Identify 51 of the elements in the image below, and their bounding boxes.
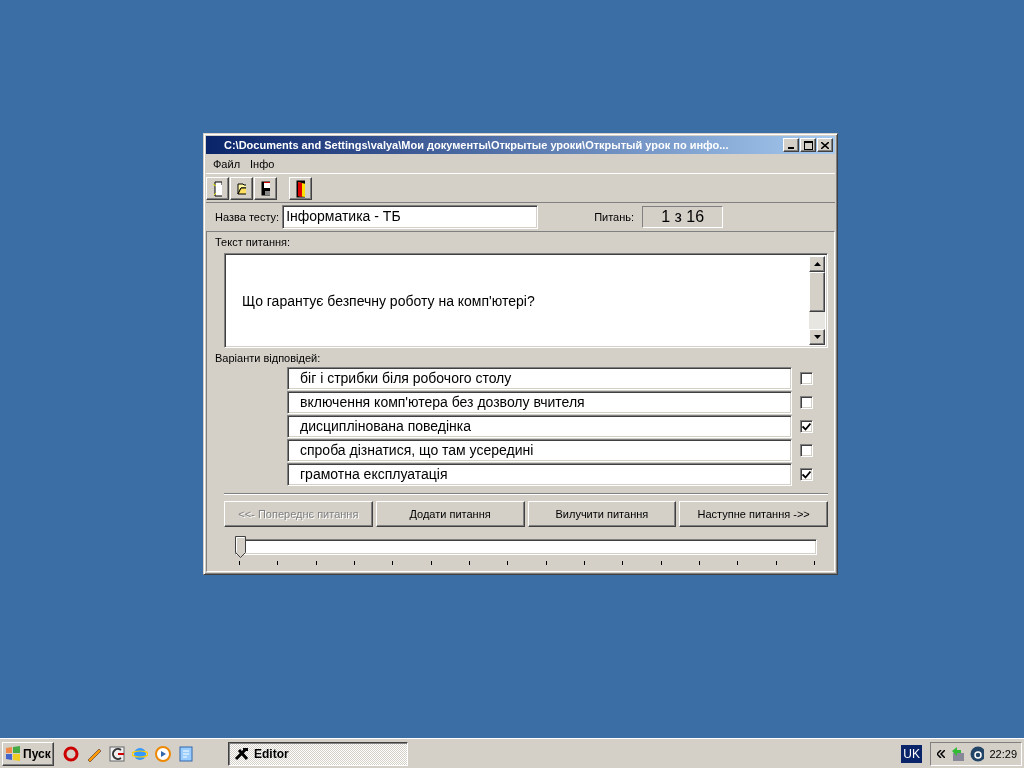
door-button[interactable] — [289, 177, 312, 200]
menu-item[interactable]: Інфо — [245, 157, 280, 170]
globe-icon[interactable] — [969, 745, 985, 762]
checkbox[interactable] — [800, 372, 813, 385]
menu-item[interactable]: Файл — [208, 157, 246, 170]
window-title: C:\Documents and Settings\valya\Мои документы\Открытые уроки\Открытый урок по инфо... — [223, 139, 730, 151]
field-label: Назва тесту: — [215, 211, 280, 223]
windows-flag-icon — [5, 746, 21, 761]
checkbox[interactable] — [800, 468, 813, 481]
double-chevron-icon[interactable] — [937, 749, 946, 758]
start-button[interactable]: Пуск — [2, 741, 54, 766]
minimize-button[interactable] — [783, 138, 799, 152]
nav-button[interactable]: Наступне питання ->> — [679, 501, 828, 527]
field-label: Варіанти відповідей: — [215, 352, 322, 364]
nav-button[interactable]: Додати питання — [375, 501, 525, 527]
taskbar-button[interactable]: Editor — [228, 741, 408, 766]
new-document-icon — [213, 180, 222, 197]
open-folder-button[interactable] — [230, 177, 253, 200]
maximize-icon — [803, 140, 813, 150]
answer-field[interactable]: дисциплінована поведінка — [287, 415, 792, 438]
ring-icon[interactable] — [63, 745, 79, 762]
nav-button[interactable]: Вилучити питання — [527, 501, 677, 527]
up-arrow-icon — [813, 262, 821, 266]
clock: 22:29 — [989, 747, 1017, 760]
answer-field[interactable]: спроба дізнатися, що там усередині — [287, 439, 792, 462]
field-label: Питань: — [594, 211, 635, 223]
maximize-button[interactable] — [800, 138, 816, 152]
test-name-field[interactable]: Інформатика - ТБ — [282, 205, 539, 229]
answer-field[interactable]: біг і стрибки біля робочого столу — [287, 367, 792, 390]
close-icon — [821, 141, 829, 149]
tools-icon — [234, 746, 250, 761]
close-button[interactable] — [817, 138, 833, 152]
scrollbar[interactable] — [809, 256, 825, 345]
down-arrow-icon — [813, 335, 821, 339]
open-folder-icon — [237, 182, 246, 195]
answer-field[interactable]: включення комп'ютера без дозволу вчителя — [287, 391, 792, 414]
field-label: Текст питання: — [215, 236, 292, 248]
language-indicator[interactable]: UK — [901, 744, 922, 763]
new-document-button[interactable] — [206, 177, 229, 200]
play-icon[interactable] — [155, 745, 171, 762]
checkbox[interactable] — [800, 396, 813, 409]
door-icon — [296, 179, 305, 198]
question-text: Що гарантує безпечну роботу на комп'ютері? — [241, 291, 536, 311]
slider-thumb[interactable] — [235, 536, 246, 558]
checkbox[interactable] — [800, 444, 813, 457]
question-text-field[interactable]: Що гарантує безпечну роботу на комп'ютері? — [224, 253, 828, 348]
question-counter: 1 з 16 — [642, 206, 724, 228]
slider[interactable] — [235, 536, 817, 558]
floppy-disk-button[interactable] — [254, 177, 277, 200]
answer-field[interactable]: грамотна експлуатація — [287, 463, 792, 486]
checkbox[interactable] — [800, 420, 813, 433]
